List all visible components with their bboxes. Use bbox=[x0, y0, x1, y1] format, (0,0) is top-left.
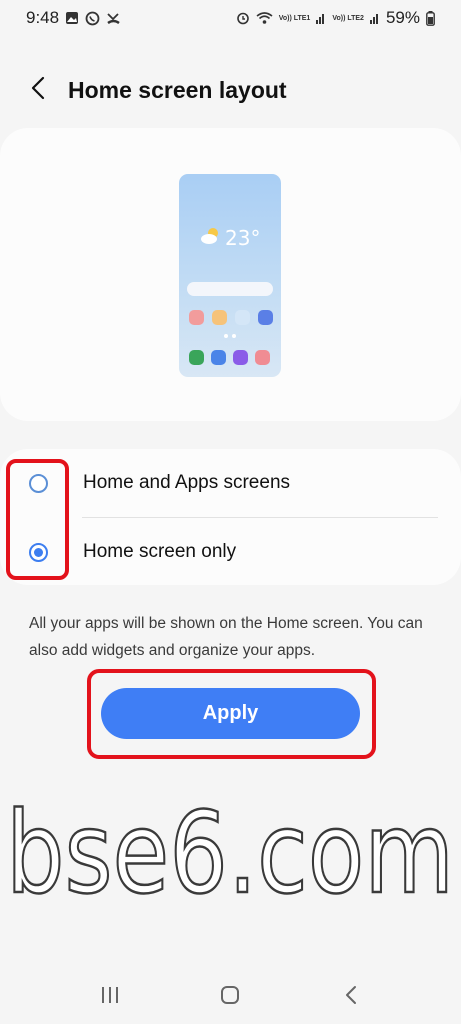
status-right: Vo)) LTE1 Vo)) LTE2 59% bbox=[236, 8, 435, 28]
radio-button-selected[interactable] bbox=[29, 542, 48, 562]
preview-dock bbox=[189, 350, 270, 365]
preview-search-bar bbox=[187, 282, 273, 296]
navigation-bar bbox=[0, 970, 461, 1024]
preview-app-row bbox=[189, 310, 273, 325]
preview-page-indicator bbox=[224, 334, 236, 338]
weather-widget: 23° bbox=[200, 226, 260, 250]
back-nav-button[interactable] bbox=[321, 972, 381, 1022]
recents-icon bbox=[100, 986, 120, 1009]
preview-app-icon bbox=[235, 310, 250, 325]
signal-icon-2 bbox=[369, 12, 380, 24]
whatsapp-icon bbox=[85, 11, 100, 26]
option-label: Home and Apps screens bbox=[83, 472, 291, 493]
home-button[interactable] bbox=[200, 972, 260, 1022]
preview-card: 23° bbox=[0, 128, 461, 421]
option-home-screen-only[interactable]: Home screen only bbox=[0, 518, 461, 586]
back-icon bbox=[345, 985, 357, 1010]
watermark: bse6.com bbox=[5, 788, 456, 920]
option-label: Home screen only bbox=[83, 541, 237, 562]
options-card: Home and Apps screens Home screen only bbox=[0, 449, 461, 585]
missed-call-icon bbox=[106, 11, 121, 26]
preview-dock-icon bbox=[255, 350, 270, 365]
gallery-icon bbox=[65, 11, 79, 25]
status-bar: 9:48 Vo)) LTE1 Vo)) LTE2 59% bbox=[0, 0, 461, 36]
status-left: 9:48 bbox=[26, 8, 121, 28]
description-text: All your apps will be shown on the Home … bbox=[29, 615, 423, 659]
sim2-label: Vo)) LTE2 bbox=[332, 14, 364, 22]
partly-sunny-icon bbox=[200, 227, 222, 250]
sim1-label: Vo)) LTE1 bbox=[278, 14, 311, 22]
preview-dock-icon bbox=[233, 350, 248, 365]
preview-temperature: 23° bbox=[225, 226, 261, 250]
apply-button[interactable]: Apply bbox=[101, 688, 360, 739]
preview-dock-icon bbox=[189, 350, 204, 365]
recents-button[interactable] bbox=[80, 972, 140, 1022]
preview-app-icon bbox=[189, 310, 204, 325]
phone-preview: 23° bbox=[179, 174, 281, 377]
radio-button[interactable] bbox=[29, 473, 48, 493]
battery-icon bbox=[426, 10, 435, 26]
preview-app-icon bbox=[212, 310, 227, 325]
back-button[interactable] bbox=[8, 60, 68, 120]
signal-icon bbox=[316, 12, 326, 24]
preview-app-icon bbox=[258, 310, 273, 325]
home-icon bbox=[220, 985, 240, 1010]
alarm-icon bbox=[236, 11, 250, 25]
watermark-text: bse6.com bbox=[6, 789, 454, 919]
battery-percent: 59% bbox=[385, 8, 420, 27]
header: Home screen layout bbox=[0, 60, 461, 120]
wifi-icon bbox=[256, 11, 273, 25]
chevron-left-icon bbox=[31, 76, 45, 105]
option-home-and-apps[interactable]: Home and Apps screens bbox=[0, 449, 461, 517]
page-title: Home screen layout bbox=[68, 76, 287, 103]
preview-dock-icon bbox=[211, 350, 226, 365]
status-time: 9:48 bbox=[26, 8, 60, 27]
